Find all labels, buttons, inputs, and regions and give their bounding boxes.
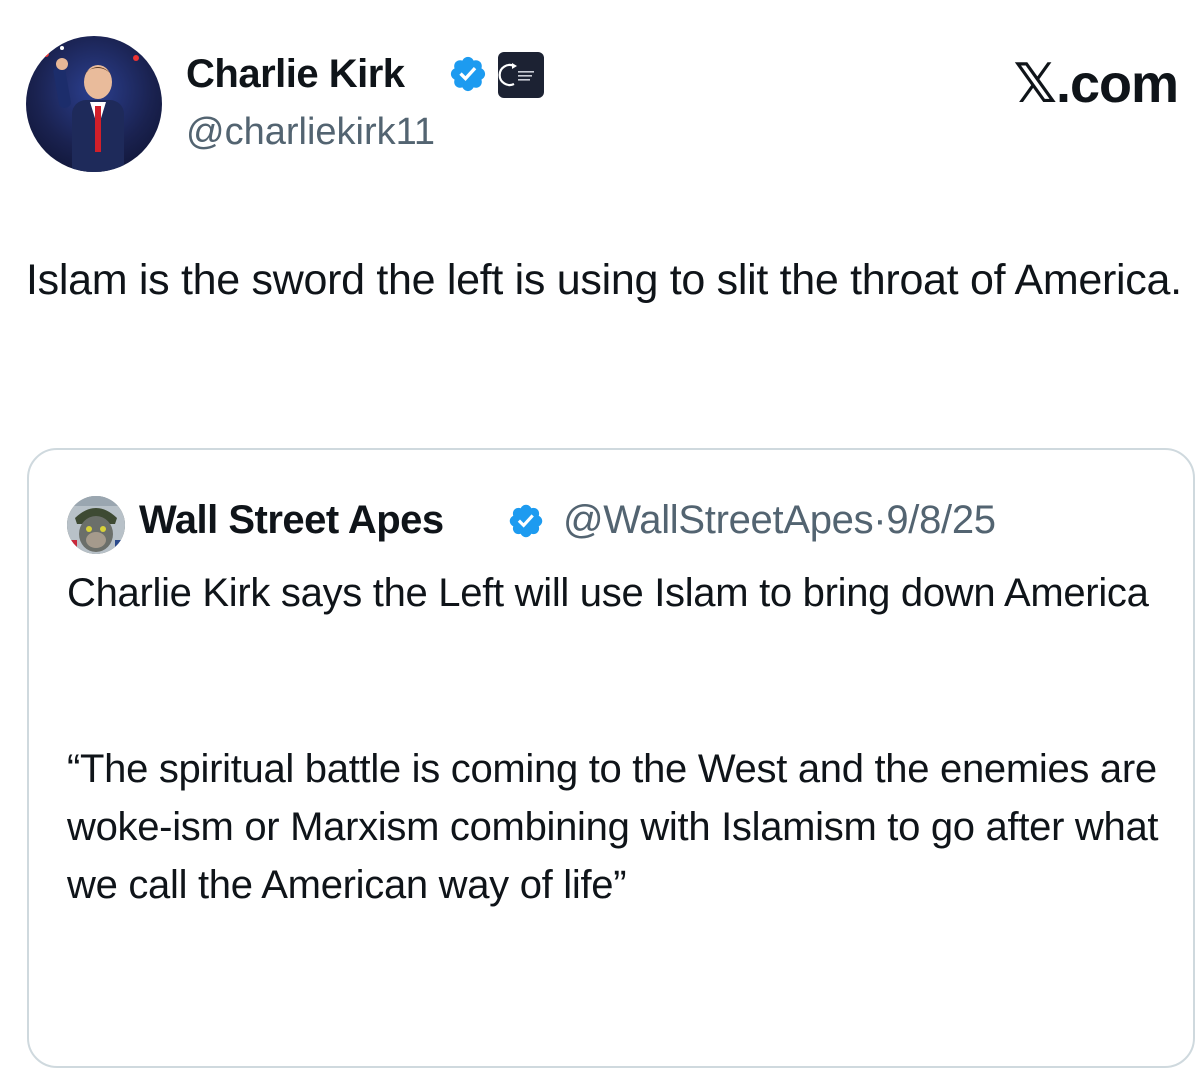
quote-text: Charlie Kirk says the Left will use Isla… [67, 571, 1149, 615]
organization-badge-icon[interactable] [498, 52, 544, 98]
verified-badge-icon [509, 504, 543, 538]
quote-author-avatar[interactable] [67, 496, 125, 554]
author-avatar[interactable] [26, 36, 162, 172]
author-handle[interactable]: @charliekirk11 [186, 110, 435, 154]
quote-author-handle[interactable]: @WallStreetApes [563, 498, 874, 542]
quote-quotation: “The spiritual battle is coming to the W… [67, 747, 1159, 907]
meta-separator: · [873, 498, 887, 542]
verified-badge-icon [450, 56, 486, 92]
turning-point-logo-icon [498, 63, 534, 87]
quote-date[interactable]: 9/8/25 [886, 498, 996, 542]
x-logo: 𝕏.com [1013, 54, 1179, 114]
quote-author-name[interactable]: Wall Street Apes [139, 494, 444, 546]
author-name[interactable]: Charlie Kirk [186, 50, 405, 98]
avatar-photo-icon [43, 46, 139, 172]
quote-meta: @WallStreetApes·9/8/25 [563, 494, 996, 546]
tweet-text: Islam is the sword the left is using to … [26, 256, 1182, 304]
quoted-tweet-card[interactable]: Wall Street Apes @WallStreetApes·9/8/25 … [27, 448, 1195, 1068]
ape-avatar-icon [67, 496, 125, 554]
